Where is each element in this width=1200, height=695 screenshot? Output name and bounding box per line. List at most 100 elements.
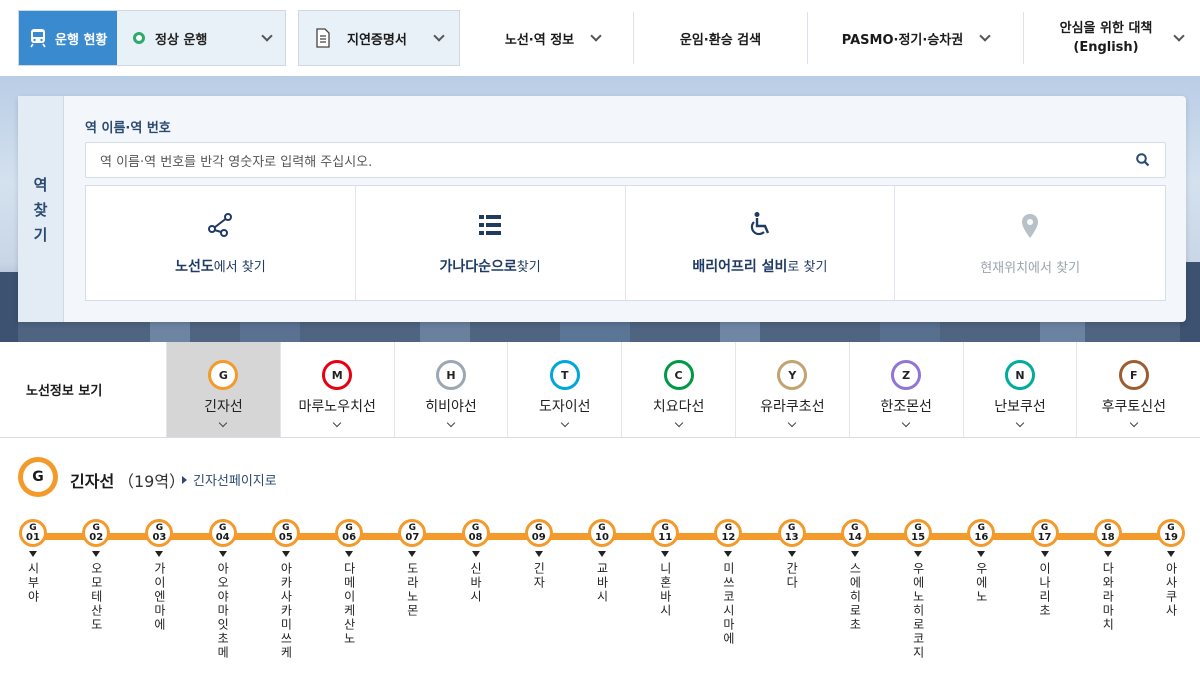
search-by-alphabetical[interactable]: 가나다순으로 찾기 [356,186,626,300]
line-tab[interactable]: G 긴자선 [166,342,280,437]
line-badge: F [1118,360,1149,390]
station-name: 간다 [784,562,799,590]
station-name: 미쓰코시마에 [721,562,736,646]
station-badge: G 05 [271,519,300,547]
line-tab[interactable]: F 후쿠토신선 [1076,342,1190,437]
line-tab[interactable]: Y 유라쿠초선 [734,342,849,437]
line-code: G [23,462,53,492]
station-item[interactable]: G 04 아오야마잇초메 [208,519,238,660]
station-item[interactable]: G 13 간다 [777,519,807,590]
service-status-label: 운행 현황 [55,32,108,48]
station-number: 15 [911,532,926,543]
station-name: 스에히로초 [847,562,862,632]
chevron-down-icon [560,418,570,428]
chevron-down-icon [1015,418,1025,428]
chevron-down-icon [261,30,273,42]
chevron-down-icon [1129,418,1139,428]
station-badge: G 12 [714,519,743,547]
arrow-down-icon [218,551,227,557]
option-label-bold: 가나다순으로 [439,259,517,275]
search-by-current-location[interactable]: 현재위치에서 찾기 [895,186,1165,300]
line-tab[interactable]: M 마루노우치선 [279,342,394,437]
station-search-side-label: 역 찾 기 [18,96,64,322]
search-by-barrier-free[interactable]: 배리어프리 설비 로 찾기 [626,186,896,300]
station-item[interactable]: G 16 우에노 [966,519,996,604]
station-badge: G 18 [1093,519,1122,547]
nav-safety-measures[interactable]: 안심을 위한 대책 (English) [1024,12,1200,64]
station-number: 16 [974,532,989,543]
station-item[interactable]: G 14 스에히로초 [840,519,870,632]
arrow-down-icon [29,551,37,557]
list-icon [479,215,502,235]
station-name: 우에노 [974,562,989,604]
search-by-route-map[interactable]: 노선도 에서 찾기 [86,186,356,300]
top-navigation: 운행 현황 정상 운행 지연증명서 노선·역 정보 운임·환승 검색 PASMO… [0,0,1200,76]
option-label: 로 찾기 [787,260,828,275]
chevron-down-icon [446,418,456,428]
nav-fare-transfer-search[interactable]: 운임·환승 검색 [634,12,808,64]
line-tab-label: 후쿠토신선 [1101,399,1166,415]
station-search-input[interactable]: 역 이름·역 번호를 반각 영숫자로 입력해 주십시오. [85,142,1166,178]
station-item[interactable]: G 10 교바시 [587,519,617,604]
service-status-dropdown[interactable]: 운행 현황 정상 운행 [18,10,286,66]
option-label: 현재위치에서 찾기 [980,260,1081,276]
station-item[interactable]: G 09 긴자 [524,519,554,590]
station-number: 17 [1037,532,1052,543]
line-tab[interactable]: H 히비야선 [393,342,508,437]
station-badge: G 07 [398,519,427,547]
station-badge: G 13 [777,519,806,547]
station-item[interactable]: G 12 미쓰코시마에 [713,519,743,646]
train-icon [30,29,46,48]
arrow-down-icon [724,551,733,557]
station-item[interactable]: G 05 아카사카미쓰케 [271,519,301,660]
arrow-down-icon [977,551,986,557]
station-name: 가이엔마에 [152,562,167,632]
side-label-char: 찾 [33,200,48,219]
station-item[interactable]: G 19 아사쿠사 [1156,519,1186,618]
line-badge: N [1004,360,1035,390]
station-name: 아사쿠사 [1164,562,1178,618]
nav-pasmo-pass-ticket[interactable]: PASMO·정기·승차권 [808,12,1024,64]
line-badge: G [208,360,239,390]
nav-line-station-info[interactable]: 노선·역 정보 [472,12,634,64]
line-badge: G [18,457,58,497]
station-item[interactable]: G 07 도라노몬 [397,519,427,618]
station-name: 도라노몬 [405,562,420,618]
station-badge: G 15 [904,519,933,547]
station-item[interactable]: G 02 오모테산도 [81,519,111,632]
arrow-down-icon [787,551,796,557]
line-tab[interactable]: T 도자이선 [507,342,621,437]
line-tab-label: 한조몬선 [880,399,932,415]
chevron-down-icon [219,418,228,428]
station-item[interactable]: G 01 시부야 [18,519,48,604]
nav-item-label: 운임·환승 검색 [679,32,762,48]
chevron-down-icon [674,418,683,428]
line-tab-label: 도자이선 [539,399,591,415]
station-item[interactable]: G 06 다메이케산노 [334,519,364,646]
station-item[interactable]: G 18 다와라마치 [1093,519,1123,632]
delay-certificate-dropdown[interactable]: 지연증명서 [298,10,460,66]
line-badge: H [435,360,466,390]
station-badge: G 06 [335,519,364,547]
line-tab-label: 마루노우치선 [298,399,376,415]
line-info-tabs: 노선정보 보기 G 긴자선 M 마루노우치선 H 히비야선 T 도자이선 C 치요다선 Y 유라쿠초선… [0,342,1200,438]
station-item[interactable]: G 15 우에노히로코지 [903,519,933,660]
station-number: 03 [152,532,167,543]
station-search-panel: 역 찾 기 역 이름·역 번호 역 이름·역 번호를 반각 영숫자로 입력해 주… [18,96,1186,322]
station-item[interactable]: G 17 이나리초 [1030,519,1060,618]
line-page-link[interactable]: 긴자선페이지로 [182,470,277,489]
station-number: 08 [468,532,483,543]
arrow-down-icon [534,551,543,557]
station-name: 신바시 [468,562,483,604]
station-badge: G 01 [19,519,47,547]
service-status-label-box: 운행 현황 [19,11,117,65]
service-status-value-box[interactable]: 정상 운행 [117,11,285,65]
station-item[interactable]: G 08 신바시 [461,519,491,604]
line-tab[interactable]: C 치요다선 [621,342,735,437]
search-icon[interactable] [1135,152,1151,168]
station-badge: G 17 [1030,519,1059,547]
line-tab[interactable]: Z 한조몬선 [848,342,963,437]
station-item[interactable]: G 11 니혼바시 [650,519,680,618]
line-tab[interactable]: N 난보쿠선 [962,342,1077,437]
station-item[interactable]: G 03 가이엔마에 [144,519,174,632]
